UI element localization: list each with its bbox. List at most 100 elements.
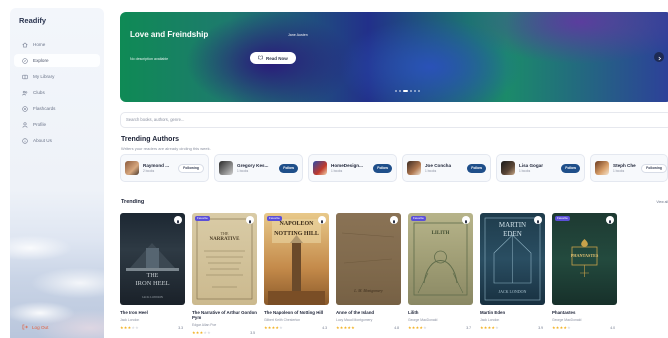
sidebar-item-about-us[interactable]: About Us: [14, 134, 100, 147]
author-name: Lisa Gogar: [519, 163, 543, 168]
book-card[interactable]: NAPOLEON NOTTING HILL Favorite The Napol…: [264, 213, 329, 330]
bookmark-button[interactable]: [606, 216, 614, 224]
avatar: [501, 161, 515, 175]
author-book-count: 1 books: [519, 169, 531, 173]
favorite-badge: Favorite: [195, 216, 210, 221]
author-name: Steph Che: [613, 163, 636, 168]
read-now-label: Read Now: [266, 55, 288, 61]
book-cover[interactable]: THE NARRATIVE Favorite: [192, 213, 257, 305]
follow-button[interactable]: Follow: [561, 163, 580, 173]
bookmark-button[interactable]: [462, 216, 470, 224]
avatar: [125, 161, 139, 175]
sidebar-item-profile[interactable]: Profile: [14, 118, 100, 131]
author-name: Joe Concha: [425, 163, 452, 168]
sidebar-item-flashcards[interactable]: Flashcards: [14, 102, 100, 115]
view-all-link[interactable]: View all: [656, 200, 668, 204]
info-icon: [22, 137, 28, 144]
logout-button[interactable]: Log Out: [22, 324, 48, 330]
rating-value: 3.9: [538, 325, 543, 330]
book-cover[interactable]: THE IRON HEEL JACK LONDON: [120, 213, 185, 305]
app-logo[interactable]: Readify: [19, 16, 46, 25]
book-card[interactable]: MARTIN EDEN JACK LONDON Martin Eden Jack…: [480, 213, 545, 330]
sidebar-item-my-library[interactable]: My Library: [14, 70, 100, 83]
author-card[interactable]: HomeDesign... 1 books Follow: [308, 154, 397, 182]
rating-stars: ★★★★★: [264, 325, 283, 330]
book-cover[interactable]: MARTIN EDEN JACK LONDON: [480, 213, 545, 305]
sidebar-item-clubs[interactable]: Clubs: [14, 86, 100, 99]
author-card[interactable]: Steph Che 1 books Following: [590, 154, 668, 182]
book-title[interactable]: Martin Eden: [480, 310, 545, 315]
favorite-badge: Favorite: [267, 216, 282, 221]
book-title[interactable]: The Iron Heel: [120, 310, 185, 315]
author-card[interactable]: Lisa Gogar 1 books Follow: [496, 154, 585, 182]
bookmark-button[interactable]: [246, 216, 254, 224]
book-rating: ★★★★★ 4.0: [552, 325, 617, 330]
book-card[interactable]: PHANTASTES Favorite Phantastes George Ma…: [552, 213, 617, 330]
sidebar-item-explore[interactable]: Explore: [14, 54, 100, 67]
rating-value: 4.3: [322, 325, 327, 330]
rating-stars: ★★★★★: [480, 325, 499, 330]
book-author: Edgar Allan Poe: [192, 323, 217, 327]
trending-authors-list: Raymond ... 2 books Following Gregory Ke…: [120, 154, 668, 184]
author-card[interactable]: Raymond ... 2 books Following: [120, 154, 209, 182]
author-book-count: 1 books: [425, 169, 437, 173]
follow-button[interactable]: Follow: [279, 163, 298, 173]
carousel-dot-active[interactable]: [403, 90, 408, 92]
bookmark-button[interactable]: [534, 216, 542, 224]
bookmark-button[interactable]: [390, 216, 398, 224]
follow-button[interactable]: Follow: [467, 163, 486, 173]
author-card[interactable]: Gregory Kes... 1 books Follow: [214, 154, 303, 182]
carousel-dot[interactable]: [395, 90, 397, 92]
book-title[interactable]: The Napoleon of Notting Hill: [264, 310, 329, 315]
search-input[interactable]: Search books, authors, genre...: [120, 112, 668, 128]
bookmark-button[interactable]: [318, 216, 326, 224]
carousel-dot[interactable]: [414, 90, 416, 92]
rating-stars: ★★★★★: [120, 325, 139, 330]
book-title[interactable]: Lilith: [408, 310, 473, 315]
sidebar-item-label: Flashcards: [33, 106, 56, 111]
book-cover[interactable]: L. M. Montgomery: [336, 213, 401, 305]
following-button[interactable]: Following: [178, 163, 204, 173]
favorite-badge: Favorite: [555, 216, 570, 221]
trending-title: Trending: [121, 199, 145, 205]
main-content: Love and Freindship Jane Austen No descr…: [110, 0, 668, 338]
sidebar-item-label: Explore: [33, 58, 49, 63]
cover-text: NARRATIVE: [209, 237, 240, 242]
user-icon: [22, 121, 28, 128]
book-author: Jack London: [120, 318, 140, 322]
read-now-button[interactable]: Read Now: [250, 52, 296, 64]
book-title[interactable]: The Narrative of Arthur Gordon Pym: [192, 310, 257, 320]
author-book-count: 1 books: [237, 169, 249, 173]
book-title[interactable]: Anne of the Island: [336, 310, 401, 315]
sidebar-item-home[interactable]: Home: [14, 38, 100, 51]
hero-author: Jane Austen: [288, 33, 308, 37]
following-button[interactable]: Following: [641, 163, 667, 173]
book-card[interactable]: THE IRON HEEL JACK LONDON The Iron Heel …: [120, 213, 185, 330]
bookmark-icon: [176, 213, 180, 229]
bookmark-button[interactable]: [174, 216, 182, 224]
author-card[interactable]: Joe Concha 1 books Follow: [402, 154, 491, 182]
hero-title[interactable]: Love and Freindship: [130, 30, 208, 39]
book-card[interactable]: LILITH Favorite Lilith George MacDonald …: [408, 213, 473, 330]
compass-icon: [22, 57, 28, 64]
book-open-icon: [258, 55, 263, 61]
rating-stars: ★★★★★: [192, 330, 211, 335]
hero-carousel[interactable]: Love and Freindship Jane Austen No descr…: [120, 12, 668, 102]
cover-text: IRON HEEL: [135, 280, 170, 287]
sidebar-nav: Home Explore My Library Clubs Flashcards…: [14, 38, 100, 150]
avatar: [313, 161, 327, 175]
carousel-dot[interactable]: [410, 90, 412, 92]
book-cover[interactable]: PHANTASTES Favorite: [552, 213, 617, 305]
book-title[interactable]: Phantastes: [552, 310, 617, 315]
cover-text: JACK LONDON: [498, 289, 527, 294]
book-cover[interactable]: LILITH Favorite: [408, 213, 473, 305]
book-card[interactable]: L. M. Montgomery Anne of the Island Lucy…: [336, 213, 401, 330]
author-book-count: 2 books: [143, 169, 155, 173]
book-cover[interactable]: NAPOLEON NOTTING HILL Favorite: [264, 213, 329, 305]
carousel-dot[interactable]: [418, 90, 420, 92]
book-card[interactable]: THE NARRATIVE Favorite The Narrative of …: [192, 213, 257, 335]
trending-books-list: THE IRON HEEL JACK LONDON The Iron Heel …: [120, 213, 668, 338]
carousel-dot[interactable]: [399, 90, 401, 92]
carousel-next-button[interactable]: [654, 52, 664, 62]
follow-button[interactable]: Follow: [373, 163, 392, 173]
